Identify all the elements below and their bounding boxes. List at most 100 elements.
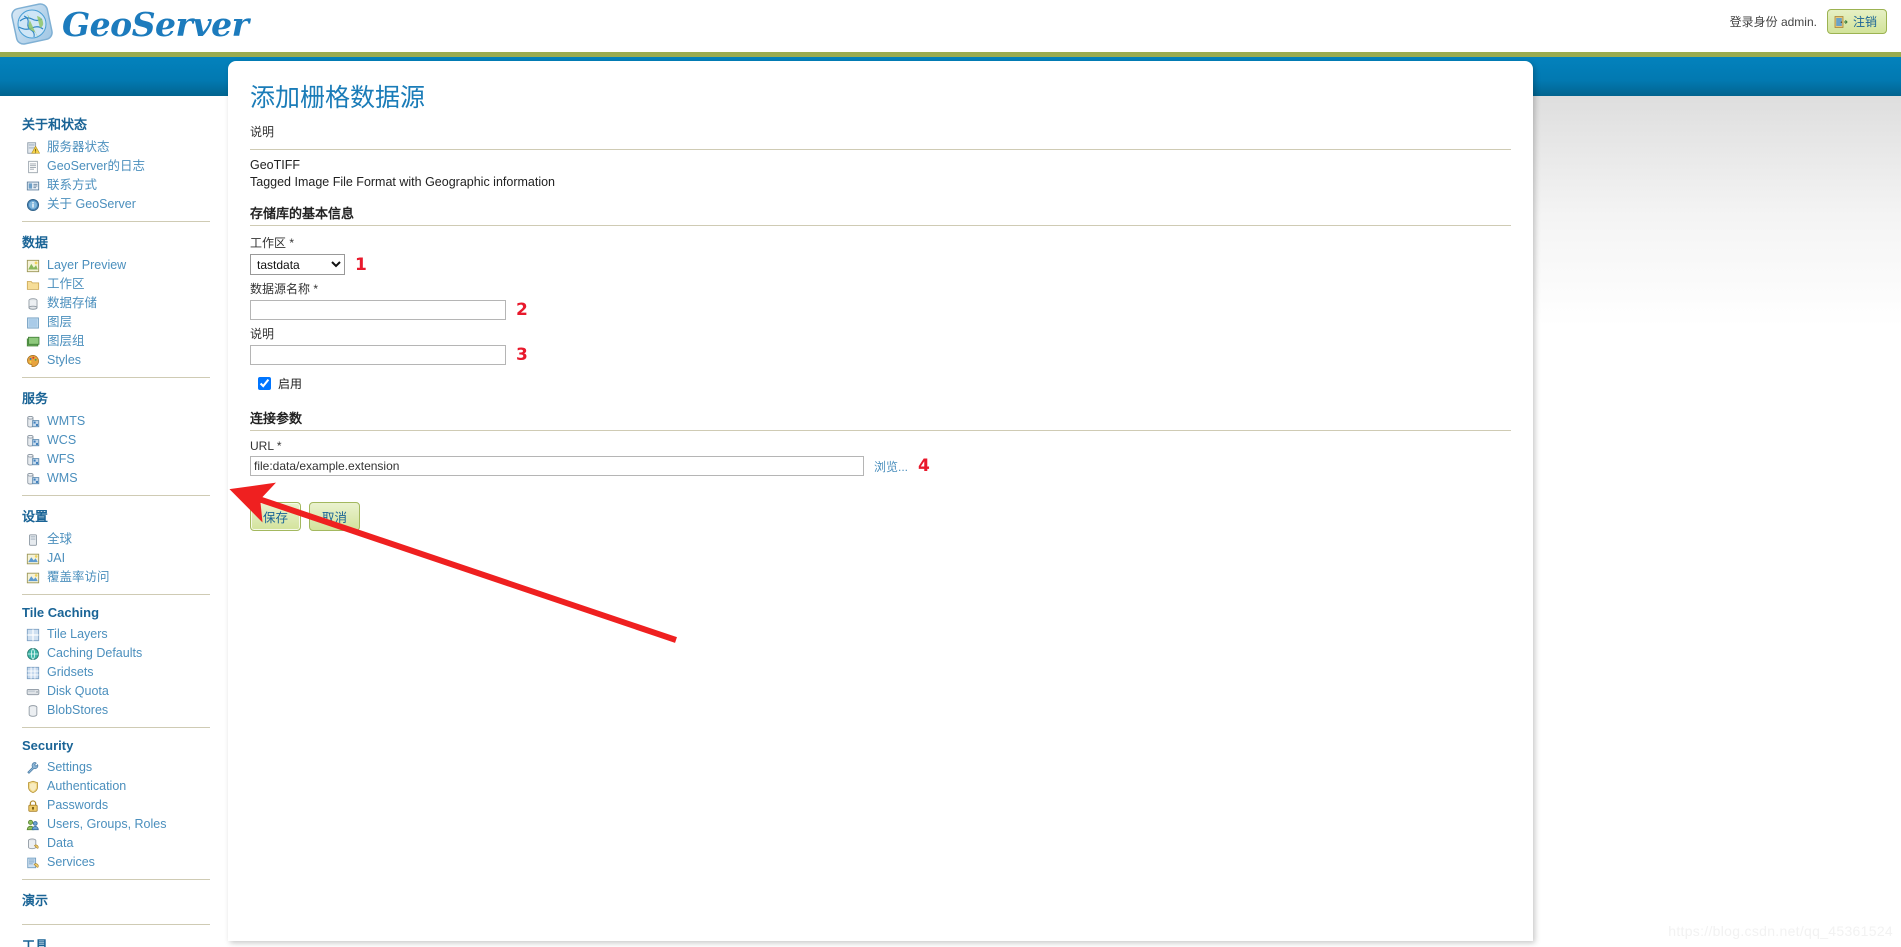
gridsets-icon xyxy=(26,666,40,680)
sidebar-group: 工具 xyxy=(0,925,228,947)
app-header: GeoServer 登录身份 admin. 注销 xyxy=(0,0,1901,52)
required-marker: * xyxy=(276,439,282,453)
login-status-label: 登录身份 admin. xyxy=(1729,15,1817,29)
sidebar-item-disk-quota[interactable]: Disk Quota xyxy=(0,682,228,701)
sidebar-group-title: 设置 xyxy=(22,509,49,524)
format-name: GeoTIFF xyxy=(250,158,301,172)
sidebar-item-label: JAI xyxy=(47,551,66,565)
sidebar-item-caching-defaults[interactable]: Caching Defaults xyxy=(0,644,228,663)
url-label-text: URL xyxy=(250,439,274,453)
sidebar-item-tile-layers[interactable]: Tile Layers xyxy=(0,625,228,644)
sidebar-group: 服务 WMTS WCS WFS WMS xyxy=(0,378,228,488)
geoserver-page: GeoServer 登录身份 admin. 注销 关于和状态 服务器状态 GeoSe… xyxy=(0,0,1901,947)
sidebar-item-geoserver[interactable]: GeoServer的日志 xyxy=(0,157,228,176)
datasource-name-input[interactable] xyxy=(250,300,506,320)
logout-label: 注销 xyxy=(1852,15,1877,29)
enabled-checkbox[interactable] xyxy=(258,377,271,390)
sidebar-item-passwords[interactable]: Passwords xyxy=(0,796,228,815)
document-icon xyxy=(26,160,40,174)
disk-quota-icon xyxy=(26,685,40,699)
workspace-select[interactable]: tastdata xyxy=(250,254,345,275)
required-marker: * xyxy=(289,236,295,250)
door-exit-icon xyxy=(1834,15,1848,29)
save-button[interactable]: 保存 xyxy=(250,502,302,531)
workspace-label-text: 工作区 xyxy=(250,236,287,250)
sidebar-group: Tile Caching Tile Layers Caching Defaults G… xyxy=(0,595,228,720)
server-status-icon xyxy=(26,141,40,155)
user-area: 登录身份 admin. 注销 xyxy=(1730,9,1887,34)
sidebar-item-wms[interactable]: WMS xyxy=(0,469,228,488)
sidebar-item-styles[interactable]: Styles xyxy=(0,351,228,370)
sidebar-item-services[interactable]: Services xyxy=(0,853,228,872)
sidebar-group-title: 工具 xyxy=(22,938,49,947)
palette-icon xyxy=(26,354,40,368)
sidebar-item-layer-preview[interactable]: Layer Preview xyxy=(0,256,228,275)
annotation-1: 1 xyxy=(355,254,367,275)
sidebar-item-users-groups-roles[interactable]: Users, Groups, Roles xyxy=(0,815,228,834)
browse-link[interactable]: 浏览... xyxy=(874,458,908,475)
url-input[interactable] xyxy=(250,456,864,476)
brand-logo[interactable]: GeoServer xyxy=(10,2,249,46)
logout-button[interactable]: 注销 xyxy=(1826,9,1887,34)
sidebar-item-[interactable]: 图层 xyxy=(0,313,228,332)
sidebar-group: Security Settings Authentication Passwords U… xyxy=(0,728,228,872)
sidebar-item-[interactable]: 工作区 xyxy=(0,275,228,294)
sidebar-item-label: Passwords xyxy=(47,798,109,812)
sidebar-item-label: Styles xyxy=(47,353,82,367)
cancel-button[interactable]: 取消 xyxy=(309,502,361,531)
sidebar-item-[interactable]: 全球 xyxy=(0,530,228,549)
wrench-icon xyxy=(26,761,40,775)
url-label: URL * xyxy=(250,439,1511,453)
sidebar-item-wfs[interactable]: WFS xyxy=(0,450,228,469)
sidebar-item-label: WMS xyxy=(47,471,78,485)
sidebar-item-label: WMTS xyxy=(47,414,86,428)
sidebar-item-[interactable]: 图层组 xyxy=(0,332,228,351)
description-label: 说明 xyxy=(250,327,275,341)
sidebar-group: 数据 Layer Preview 工作区数据存储图层 图层组 Styles xyxy=(0,222,228,370)
sidebar-item-blobstores[interactable]: BlobStores xyxy=(0,701,228,720)
sidebar-item-label: Data xyxy=(47,836,74,850)
enabled-label: 启用 xyxy=(278,377,303,391)
page-title: 添加栅格数据源 xyxy=(250,84,426,112)
sidebar-item-label: 服务器状态 xyxy=(47,140,110,154)
description-input[interactable] xyxy=(250,345,506,365)
sidebar-item-label: Settings xyxy=(47,760,93,774)
form-actions: 保存 取消 xyxy=(250,502,1511,531)
sidebar-item-label: GeoServer的日志 xyxy=(47,159,145,173)
sidebar-item-[interactable]: 覆盖率访问 xyxy=(0,568,228,587)
sidebar-group-title: Tile Caching xyxy=(22,605,100,620)
brand-name: GeoServer xyxy=(62,4,249,44)
enabled-checkbox-row[interactable]: 启用 xyxy=(258,375,1511,392)
blobstores-icon xyxy=(26,704,40,718)
sidebar-item-authentication[interactable]: Authentication xyxy=(0,777,228,796)
service-wmts-icon xyxy=(26,415,40,429)
sidebar-item-settings[interactable]: Settings xyxy=(0,758,228,777)
connection-params-heading: 连接参数 xyxy=(250,411,303,426)
required-marker: * xyxy=(313,282,319,296)
sidebar-item-wmts[interactable]: WMTS xyxy=(0,412,228,431)
sidebar-item-[interactable]: 联系方式 xyxy=(0,176,228,195)
info-globe-icon xyxy=(26,198,40,212)
divider xyxy=(250,430,1511,431)
content-panel: 添加栅格数据源 说明 GeoTIFF Tagged Image File For… xyxy=(228,61,1533,941)
sidebar-item-label: 数据存储 xyxy=(47,296,98,310)
sidebar-item-label: BlobStores xyxy=(47,703,109,717)
sidebar-item-geoserver[interactable]: 关于 GeoServer xyxy=(0,195,228,214)
workspace-label: 工作区 * xyxy=(250,234,1511,251)
sidebar-item-wcs[interactable]: WCS xyxy=(0,431,228,450)
sidebar-group-title: 数据 xyxy=(22,235,49,250)
jai-image-icon xyxy=(26,552,40,566)
sidebar-item-label: Disk Quota xyxy=(47,684,109,698)
sidebar-item-gridsets[interactable]: Gridsets xyxy=(0,663,228,682)
annotation-2: 2 xyxy=(516,300,528,320)
sidebar-item-label: Users, Groups, Roles xyxy=(47,817,167,831)
sidebar-item-label: Authentication xyxy=(47,779,127,793)
sidebar-item-label: Gridsets xyxy=(47,665,94,679)
layer-icon xyxy=(26,316,40,330)
layer-preview-icon xyxy=(26,259,40,273)
sidebar-item-jai[interactable]: JAI xyxy=(0,549,228,568)
sidebar-item-data[interactable]: Data xyxy=(0,834,228,853)
sidebar-item-[interactable]: 服务器状态 xyxy=(0,138,228,157)
sidebar-item-[interactable]: 数据存储 xyxy=(0,294,228,313)
caching-globe-icon xyxy=(26,647,40,661)
